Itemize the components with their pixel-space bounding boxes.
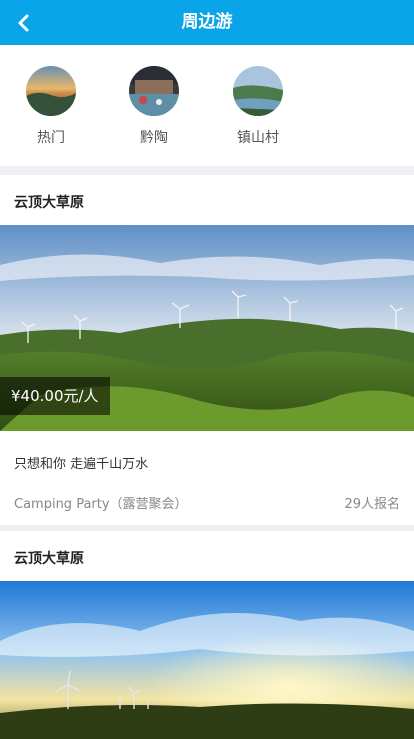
- hot-thumbnail: [26, 66, 76, 116]
- tour-card[interactable]: 云顶大草原 ¥40.00元/人 只想和你 走遍千山万水 Camping Part…: [0, 175, 414, 525]
- qiantao-thumbnail: [129, 66, 179, 116]
- card-meta: Camping Party（露营聚会） 29人报名: [0, 481, 414, 526]
- price-tag: ¥40.00元/人: [0, 377, 110, 415]
- category-hot[interactable]: 热门: [19, 66, 83, 147]
- category-hot-label: 热门: [37, 130, 65, 146]
- zhenshan-thumbnail: [233, 66, 283, 116]
- tour-card[interactable]: 云顶大草原: [0, 531, 414, 739]
- category-qiantao[interactable]: 黔陶: [122, 66, 186, 147]
- page-title: 周边游: [181, 12, 233, 32]
- signup-count: 29人报名: [344, 497, 400, 512]
- category-row: 热门 黔陶 镇山村: [0, 45, 414, 166]
- activity-name: Camping Party（露营聚会）: [14, 497, 188, 512]
- top-bar: 周边游: [0, 0, 414, 45]
- card-hero-image: ¥40.00元/人: [0, 225, 414, 431]
- category-zhenshan-label: 镇山村: [237, 130, 279, 146]
- card-title: 云顶大草原: [14, 551, 84, 567]
- card-title: 云顶大草原: [14, 195, 84, 211]
- category-zhenshan[interactable]: 镇山村: [226, 66, 290, 147]
- card-hero-image: [0, 581, 414, 739]
- card-slogan: 只想和你 走遍千山万水: [14, 457, 149, 472]
- category-qiantao-label: 黔陶: [140, 130, 168, 146]
